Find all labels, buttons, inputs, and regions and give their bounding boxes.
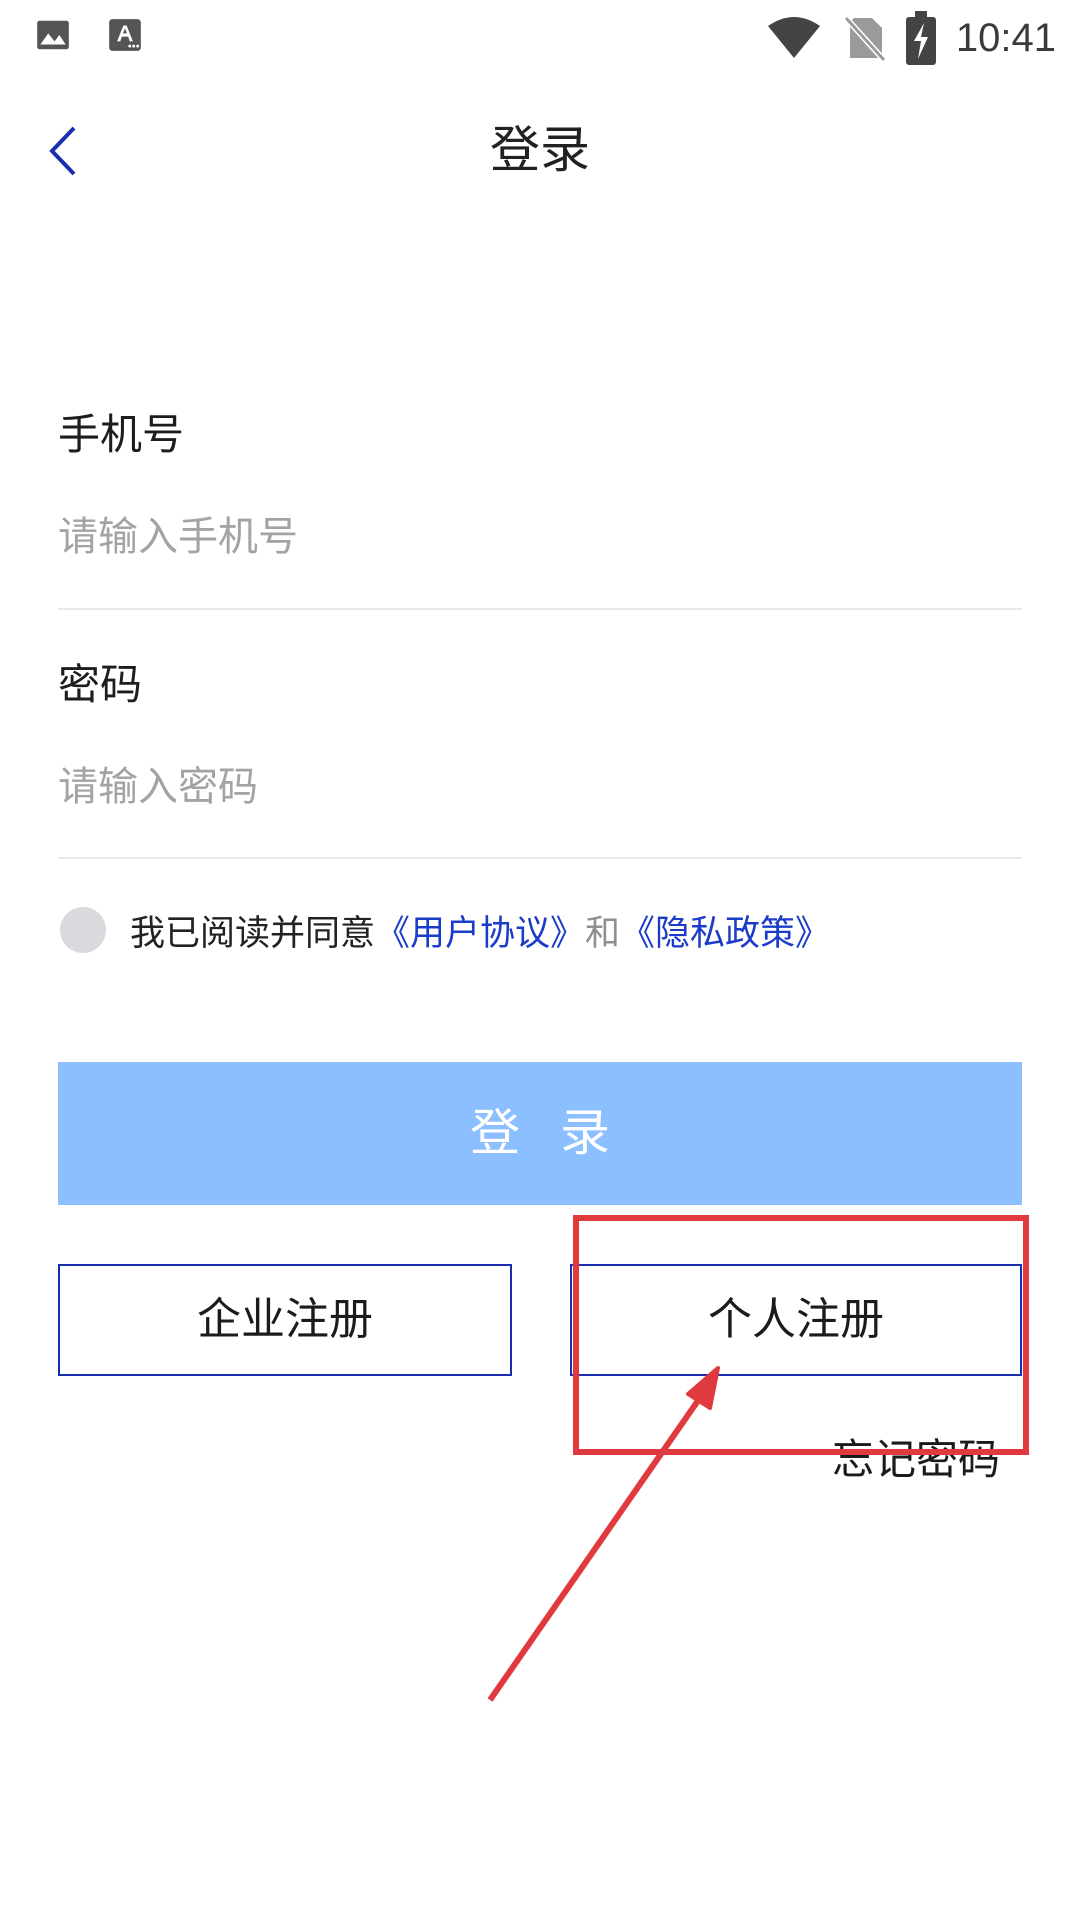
personal-register-button[interactable]: 个人注册 bbox=[570, 1264, 1022, 1376]
agreement-and: 和 bbox=[585, 913, 621, 954]
agreement-checkbox[interactable] bbox=[60, 907, 106, 953]
status-right-icons: 10:41 bbox=[766, 8, 1056, 68]
agreement-row: 我已阅读并同意《用户协议》和《隐私政策》 bbox=[60, 902, 830, 958]
no-sim-icon bbox=[843, 15, 886, 62]
phone-label: 手机号 bbox=[58, 410, 185, 459]
annotation-arrow-line bbox=[487, 1390, 707, 1702]
forgot-password-link[interactable]: 忘记密码 bbox=[832, 1432, 1000, 1488]
status-time: 10:41 bbox=[955, 16, 1056, 60]
image-icon bbox=[37, 20, 69, 50]
user-agreement-link[interactable]: 《用户协议》 bbox=[375, 914, 585, 954]
password-input[interactable] bbox=[58, 752, 1022, 822]
password-divider bbox=[58, 857, 1022, 859]
page-title: 登录 bbox=[490, 121, 590, 179]
company-register-button[interactable]: 企业注册 bbox=[58, 1264, 512, 1376]
agreement-text: 我已阅读并同意《用户协议》和《隐私政策》 bbox=[130, 905, 830, 956]
phone-input[interactable] bbox=[58, 502, 1022, 572]
privacy-policy-link[interactable]: 《隐私政策》 bbox=[620, 914, 830, 954]
status-left-icons bbox=[34, 16, 144, 54]
battery-charging-icon bbox=[905, 11, 936, 65]
text-notification-icon bbox=[109, 19, 141, 51]
password-label: 密码 bbox=[58, 660, 143, 709]
login-button[interactable]: 登录 bbox=[58, 1062, 1022, 1205]
status-bar: 10:41 bbox=[0, 0, 1080, 76]
annotation-overlay bbox=[487, 1215, 1029, 1702]
phone-divider bbox=[58, 608, 1022, 610]
agreement-prefix: 我已阅读并同意 bbox=[130, 913, 376, 954]
header: 登录 bbox=[0, 100, 1080, 210]
wifi-icon bbox=[767, 17, 820, 58]
